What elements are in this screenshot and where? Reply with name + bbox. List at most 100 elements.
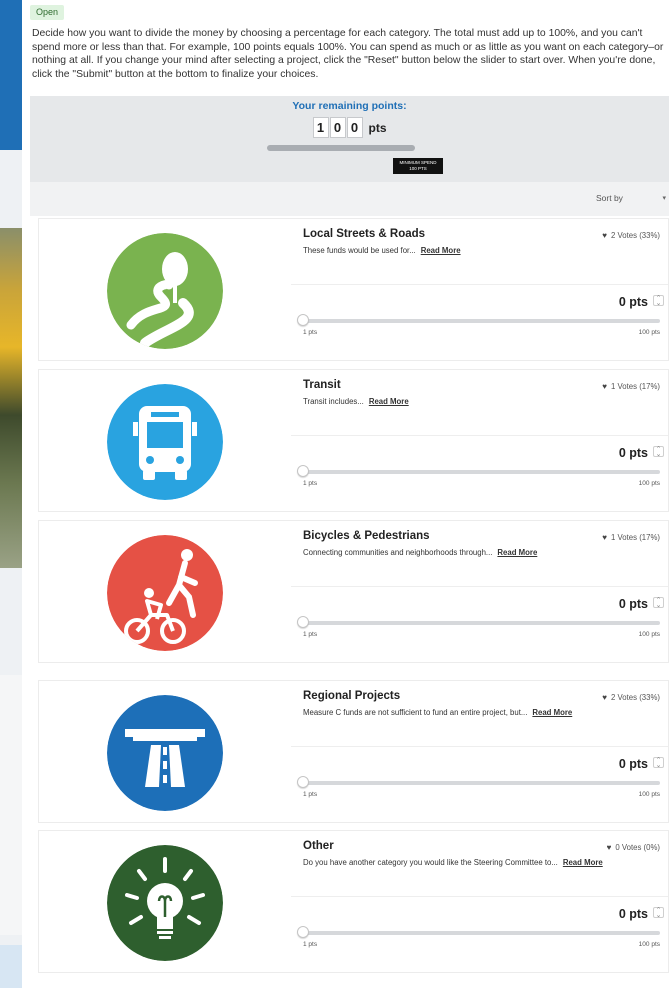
status-badge: Open (30, 5, 65, 20)
points-slider-thumb[interactable] (297, 926, 309, 938)
minimum-spend-tag: MINIMUM SPEND 100 PTS (393, 158, 443, 174)
remaining-points-counter: 1 0 0 pts (30, 117, 669, 138)
points-value: 0 pts (618, 295, 648, 309)
points-digit: 0 (346, 117, 363, 138)
category-description: Connecting communities and neighborhoods… (303, 548, 537, 557)
category-description: Transit includes... Read More (303, 397, 409, 406)
category-description: Do you have another category you would l… (303, 858, 603, 867)
background-banner (0, 0, 22, 150)
slider-min-label: 1 pts (303, 480, 318, 487)
slider-min-label: 1 pts (303, 631, 318, 638)
read-more-link[interactable]: Read More (532, 708, 572, 717)
slider-min-label: 1 pts (303, 791, 318, 798)
vote-count-text: 1 Votes (17%) (611, 533, 660, 542)
points-stepper[interactable]: ⌃ ⌄ (653, 446, 664, 458)
heart-icon: ♥ (606, 843, 612, 852)
vote-count: ♥ 0 Votes (0%) (607, 843, 660, 852)
vote-count-text: 0 Votes (0%) (615, 843, 660, 852)
vote-count-text: 2 Votes (33%) (611, 231, 660, 240)
road-tree-icon (107, 233, 223, 349)
category-card-transit: Transit Transit includes... Read More ♥ 1 … (38, 369, 669, 512)
category-description-text: Do you have another category you would l… (303, 858, 558, 867)
points-digit: 0 (329, 117, 346, 138)
category-description: Measure C funds are not sufficient to fu… (303, 708, 572, 717)
card-divider (291, 746, 668, 747)
category-description-text: Measure C funds are not sufficient to fu… (303, 708, 528, 717)
category-title: Transit (303, 379, 341, 391)
vote-count: ♥ 1 Votes (17%) (602, 533, 660, 542)
points-slider-track[interactable] (303, 319, 660, 323)
heart-icon: ♥ (602, 693, 608, 702)
category-title: Regional Projects (303, 690, 401, 702)
points-value: 0 pts (618, 907, 648, 921)
points-stepper[interactable]: ⌃ ⌄ (653, 757, 664, 769)
card-divider (291, 896, 668, 897)
slider-max-label: 100 pts (638, 329, 660, 336)
sort-bar: Sort by ▾ (30, 182, 669, 216)
points-slider-thumb[interactable] (297, 776, 309, 788)
points-digit: 1 (312, 117, 329, 138)
chevron-down-icon: ▾ (662, 195, 666, 202)
sort-by-dropdown[interactable]: Sort by ▾ (596, 193, 666, 203)
category-title: Other (303, 840, 334, 852)
slider-max-label: 100 pts (638, 631, 660, 638)
category-card-local-streets: Local Streets & Roads These funds would … (38, 218, 669, 361)
minimum-spend-value: 100 PTS (409, 166, 427, 171)
points-slider-thumb[interactable] (297, 314, 309, 326)
points-stepper[interactable]: ⌃ ⌄ (653, 907, 664, 919)
points-stepper[interactable]: ⌃ ⌄ (653, 597, 664, 609)
card-divider (291, 284, 668, 285)
points-value: 0 pts (618, 446, 648, 460)
heart-icon: ♥ (602, 231, 608, 240)
read-more-link[interactable]: Read More (369, 397, 409, 406)
remaining-points-bar (267, 145, 415, 151)
category-card-bicycles-pedestrians: Bicycles & Pedestrians Connecting commun… (38, 520, 669, 663)
instructions-text: Decide how you want to divide the money … (32, 28, 664, 80)
sort-by-label: Sort by (596, 193, 623, 203)
vote-count-text: 2 Votes (33%) (611, 693, 660, 702)
points-stepper[interactable]: ⌃ ⌄ (653, 295, 664, 307)
lightbulb-icon (107, 845, 223, 961)
points-unit: pts (368, 120, 387, 135)
slider-max-label: 100 pts (638, 941, 660, 948)
vote-count: ♥ 1 Votes (17%) (602, 382, 660, 391)
bus-icon (107, 384, 223, 500)
vote-count: ♥ 2 Votes (33%) (602, 231, 660, 240)
read-more-link[interactable]: Read More (497, 548, 537, 557)
category-description: These funds would be used for... Read Mor… (303, 246, 461, 255)
background-panel (0, 675, 22, 935)
points-slider-thumb[interactable] (297, 465, 309, 477)
highway-icon (107, 695, 223, 811)
category-title: Local Streets & Roads (303, 228, 426, 240)
points-slider-track[interactable] (303, 781, 660, 785)
points-value: 0 pts (618, 597, 648, 611)
points-slider-track[interactable] (303, 931, 660, 935)
vote-count: ♥ 2 Votes (33%) (602, 693, 660, 702)
category-description-text: Connecting communities and neighborhoods… (303, 548, 493, 557)
category-title: Bicycles & Pedestrians (303, 530, 430, 542)
read-more-link[interactable]: Read More (421, 246, 461, 255)
read-more-link[interactable]: Read More (563, 858, 603, 867)
category-description-text: Transit includes... (303, 397, 364, 406)
slider-max-label: 100 pts (638, 791, 660, 798)
category-card-other: Other Do you have another category you w… (38, 830, 669, 973)
slider-min-label: 1 pts (303, 329, 318, 336)
bike-pedestrian-icon (107, 535, 223, 651)
points-value: 0 pts (618, 757, 648, 771)
card-divider (291, 435, 668, 436)
slider-min-label: 1 pts (303, 941, 318, 948)
background-photo (0, 228, 22, 568)
points-slider-track[interactable] (303, 470, 660, 474)
heart-icon: ♥ (602, 382, 608, 391)
remaining-points-title: Your remaining points: (292, 100, 407, 112)
category-description-text: These funds would be used for... (303, 246, 416, 255)
points-slider-thumb[interactable] (297, 616, 309, 628)
background-footer (0, 945, 22, 988)
card-divider (291, 586, 668, 587)
vote-count-text: 1 Votes (17%) (611, 382, 660, 391)
heart-icon: ♥ (602, 533, 608, 542)
remaining-points-panel: Your remaining points: 1 0 0 pts MINIMUM SP… (30, 96, 669, 182)
category-card-regional-projects: Regional Projects Measure C funds are no… (38, 680, 669, 823)
slider-max-label: 100 pts (638, 480, 660, 487)
points-slider-track[interactable] (303, 621, 660, 625)
